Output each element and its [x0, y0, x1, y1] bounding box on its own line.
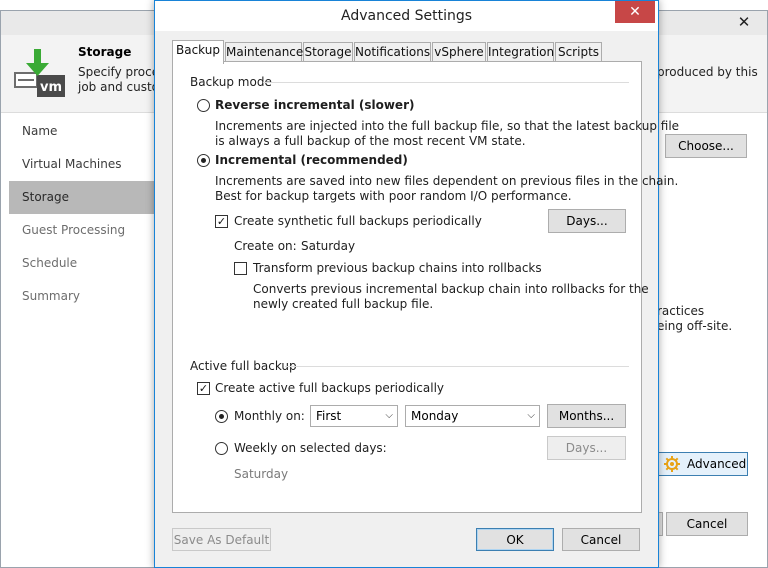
monthly-week-select[interactable]: First ⌵	[310, 405, 398, 427]
wizard-step-title: Storage	[78, 45, 132, 59]
advanced-settings-dialog: Advanced Settings ✕ Backup Maintenance S…	[154, 0, 679, 568]
chevron-down-icon: ⌵	[385, 410, 393, 421]
save-as-default-button[interactable]: Save As Default	[172, 528, 271, 551]
wizard-step-description-tail: produced by this	[657, 65, 758, 79]
monthly-day-select[interactable]: Monday ⌵	[405, 405, 540, 427]
wizard-step-description: Specify proces	[78, 65, 166, 79]
transform-rollbacks-description-line2: newly created full backup file.	[253, 297, 434, 311]
nav-item-guest-processing[interactable]: Guest Processing	[9, 214, 157, 247]
transform-rollbacks-label: Transform previous backup chains into ro…	[253, 261, 542, 275]
wizard-close-button[interactable]: ✕	[729, 13, 759, 31]
chevron-down-icon: ⌵	[527, 410, 535, 421]
weekly-days-value: Saturday	[234, 467, 289, 481]
synthetic-days-button[interactable]: Days...	[548, 209, 626, 233]
best-practices-text-line2: eing off-site.	[657, 319, 733, 333]
tab-notifications[interactable]: Notifications	[354, 42, 431, 63]
active-full-checkbox[interactable]: ✓	[197, 382, 210, 395]
active-full-label: Create active full backups periodically	[215, 381, 445, 395]
weekly-days-button[interactable]: Days...	[547, 436, 626, 460]
wizard-cancel-button[interactable]: Cancel	[666, 512, 748, 536]
transform-rollbacks-description: Converts previous incremental backup cha…	[253, 282, 649, 296]
nav-item-summary[interactable]: Summary	[9, 280, 157, 313]
tab-maintenance[interactable]: Maintenance	[225, 42, 303, 63]
create-on-label: Create on:	[234, 239, 297, 253]
backup-tab-panel: Backup mode Reverse incremental (slower)…	[172, 61, 679, 513]
weekly-radio[interactable]	[215, 442, 228, 455]
monthly-week-value: First	[316, 409, 342, 423]
tab-backup[interactable]: Backup	[172, 40, 224, 64]
incremental-description-line2: Best for backup targets with poor random…	[215, 189, 572, 203]
nav-item-storage[interactable]: Storage	[9, 181, 157, 214]
transform-rollbacks-checkbox[interactable]	[234, 262, 247, 275]
synthetic-full-label: Create synthetic full backups periodical…	[234, 214, 482, 228]
months-button[interactable]: Months...	[547, 404, 626, 428]
cancel-button[interactable]: Cancel	[562, 528, 640, 551]
tab-storage[interactable]: Storage	[303, 42, 353, 63]
tab-vsphere[interactable]: vSphere	[432, 42, 486, 63]
wizard-step-nav: Name Virtual Machines Storage Guest Proc…	[9, 115, 157, 313]
synthetic-full-checkbox[interactable]: ✓	[215, 215, 228, 228]
section-divider	[285, 366, 629, 367]
nav-item-virtual-machines[interactable]: Virtual Machines	[9, 148, 157, 181]
advanced-button-label: Advanced	[687, 457, 747, 471]
monthly-day-value: Monday	[411, 409, 459, 423]
monthly-radio[interactable]	[215, 410, 228, 423]
dialog-close-button[interactable]: ✕	[615, 1, 655, 23]
reverse-incremental-label: Reverse incremental (slower)	[215, 98, 415, 112]
vm-storage-icon: vm	[14, 49, 65, 97]
gear-icon	[664, 456, 680, 472]
incremental-label: Incremental (recommended)	[215, 153, 408, 167]
section-divider	[263, 82, 629, 83]
monthly-label: Monthly on:	[234, 409, 305, 423]
svg-text:vm: vm	[40, 80, 62, 95]
choose-button[interactable]: Choose...	[665, 134, 747, 158]
best-practices-text: ractices	[657, 304, 705, 318]
active-full-heading: Active full backup	[190, 359, 297, 373]
tab-integration[interactable]: Integration	[487, 42, 554, 63]
nav-item-name[interactable]: Name	[9, 115, 157, 148]
ok-button[interactable]: OK	[476, 528, 554, 551]
tab-scripts[interactable]: Scripts	[555, 42, 602, 63]
incremental-description: Increments are saved into new files depe…	[215, 174, 679, 188]
dialog-title: Advanced Settings	[340, 8, 473, 24]
dialog-titlebar: Advanced Settings ✕	[155, 1, 658, 31]
create-on-value: Saturday	[301, 239, 356, 253]
incremental-radio[interactable]	[197, 154, 210, 167]
advanced-button[interactable]: Advanced	[658, 452, 748, 476]
reverse-incremental-description: Increments are injected into the full ba…	[215, 119, 680, 133]
weekly-label: Weekly on selected days:	[234, 441, 387, 455]
nav-item-schedule[interactable]: Schedule	[9, 247, 157, 280]
backup-mode-heading: Backup mode	[190, 75, 272, 89]
reverse-incremental-description-line2: is always a full backup of the most rece…	[215, 134, 526, 148]
reverse-incremental-radio[interactable]	[197, 99, 210, 112]
